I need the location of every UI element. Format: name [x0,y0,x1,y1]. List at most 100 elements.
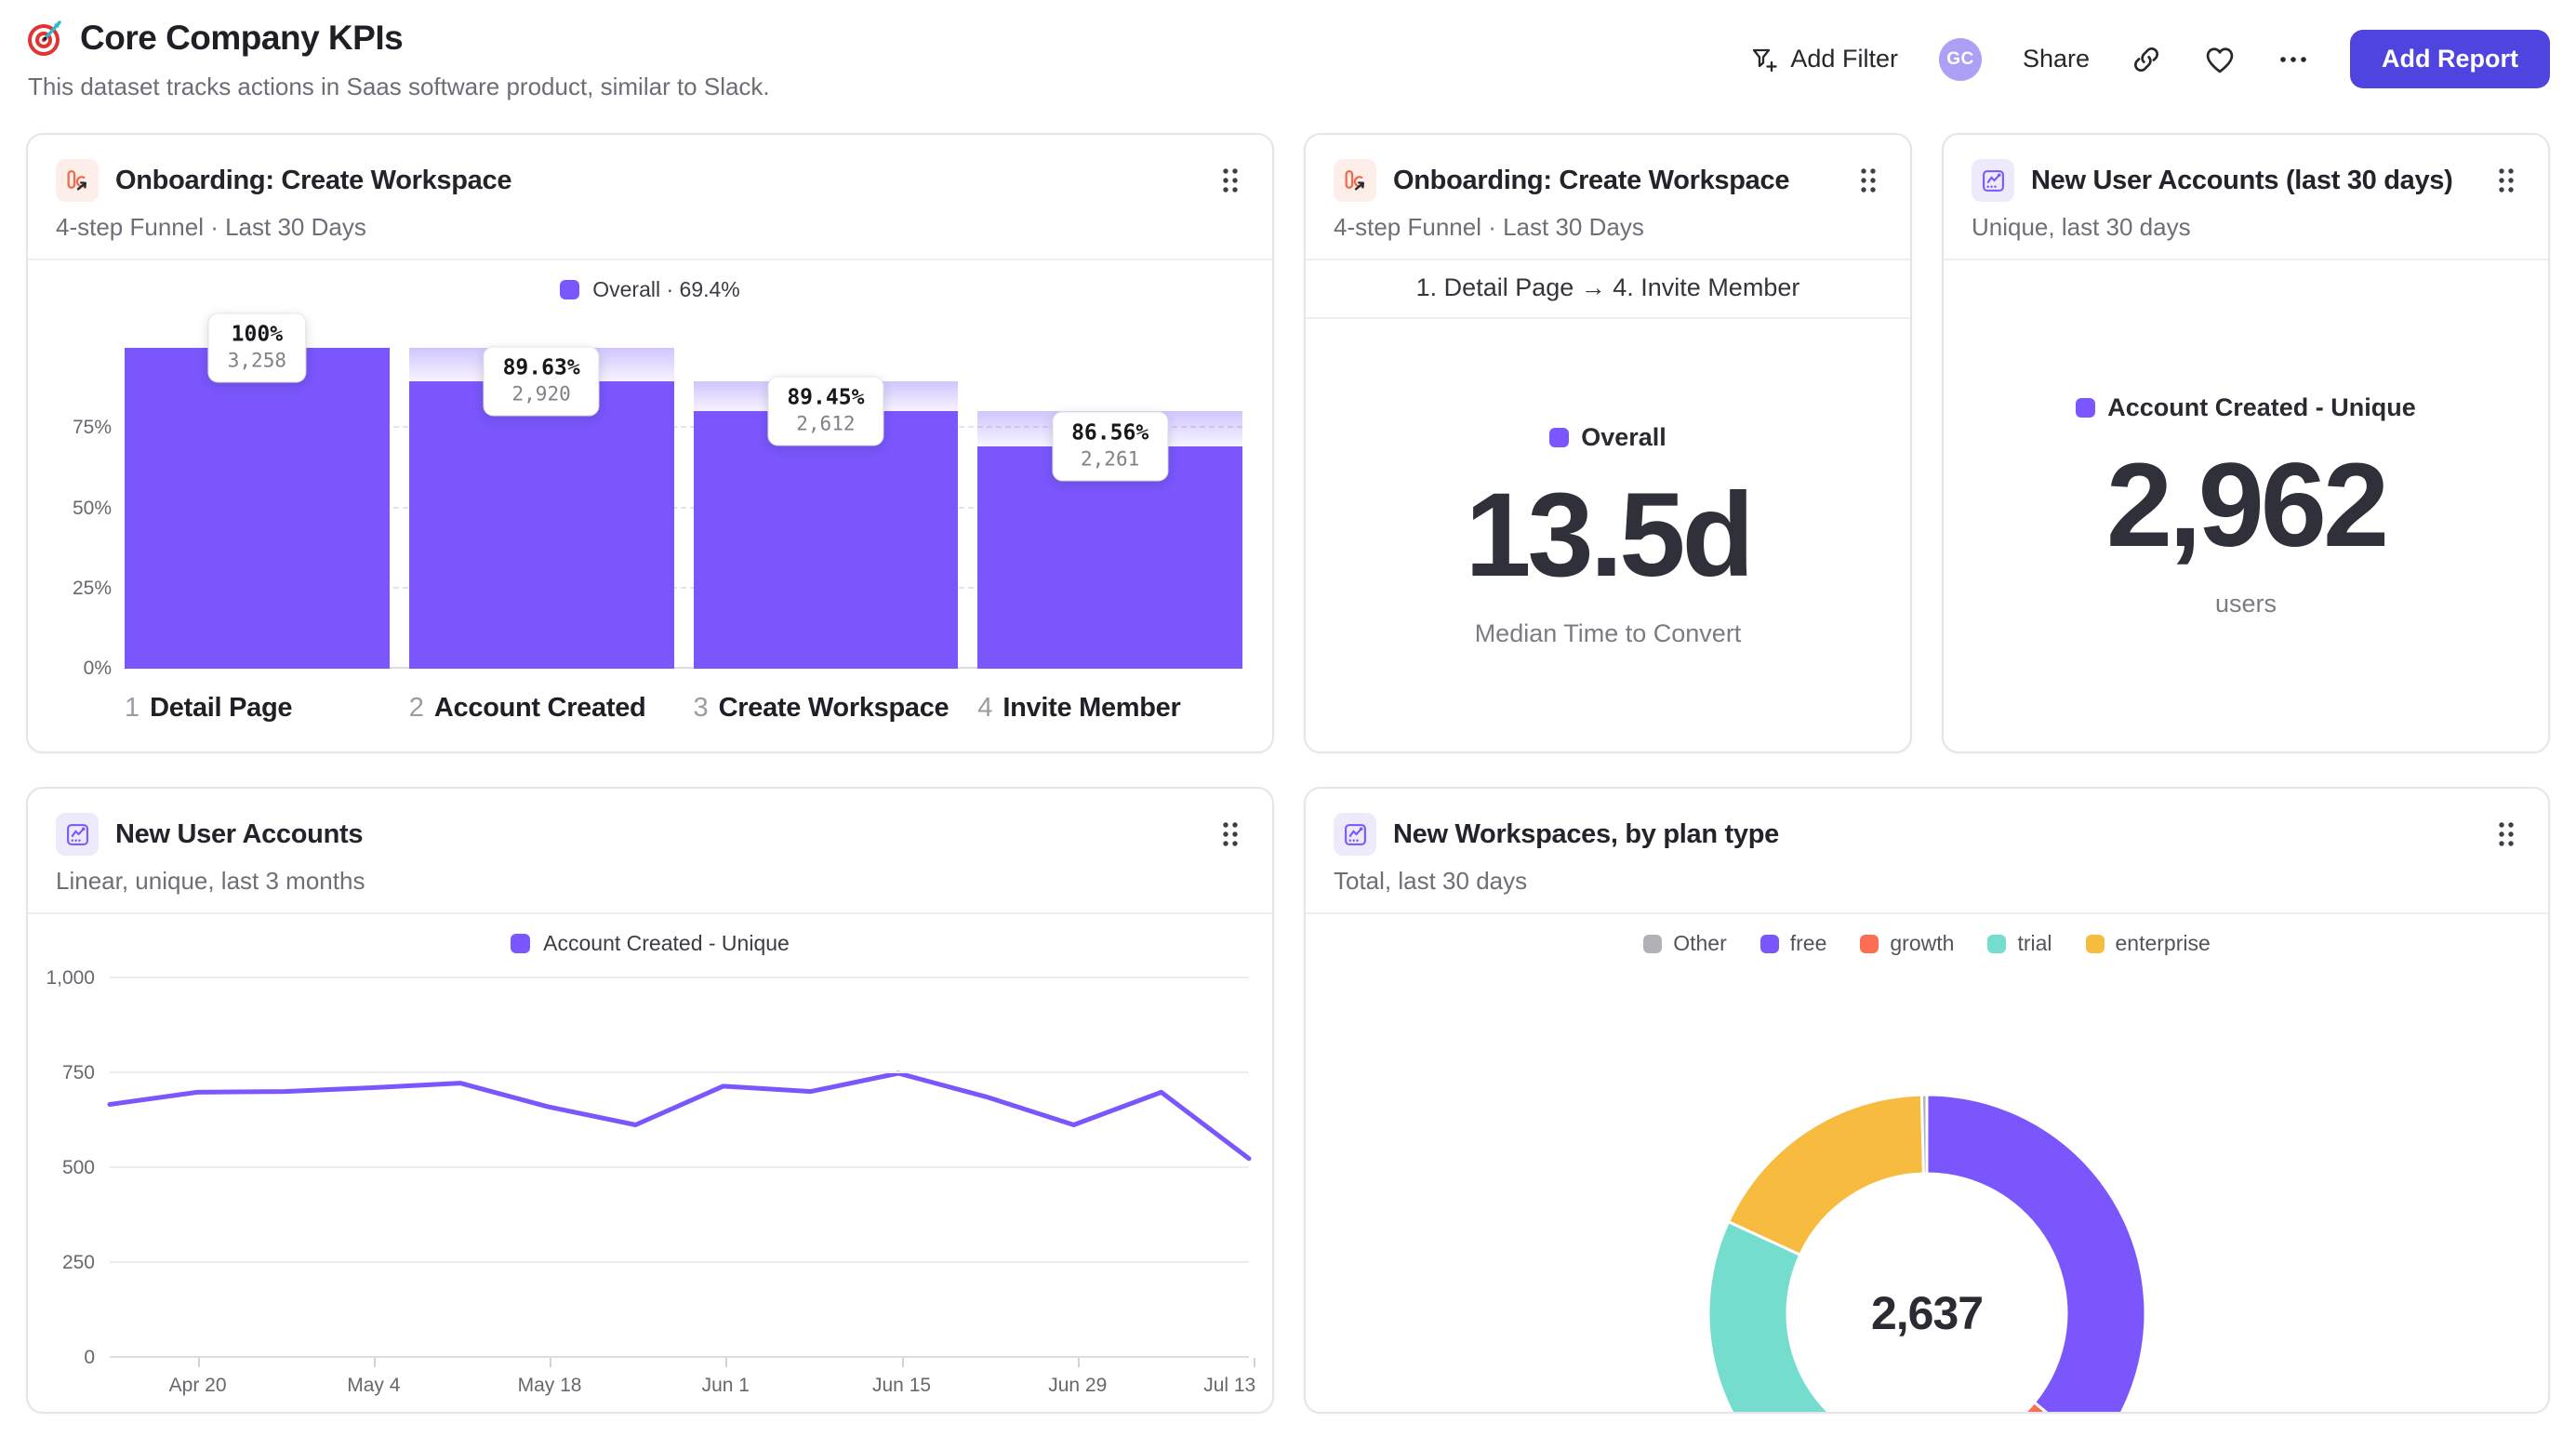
card-subtitle: Total, last 30 days [1334,867,1528,895]
funnel-range-label: 1. Detail Page → 4. Invite Member [1415,273,1800,301]
funnel-bar[interactable] [693,411,959,669]
legend-label: trial [2017,931,2052,955]
x-axis-tick [373,1358,376,1367]
legend-label: Account Created - Unique [2107,393,2416,421]
dashboard-page: Core Company KPIs This dataset tracks ac… [0,0,2576,1414]
funnel-bar-step-2[interactable]: 89.63% 2,920 [408,347,674,669]
card-funnel: Onboarding: Create Workspace 4-step Funn… [26,133,1274,753]
legend-label: Other [1673,931,1727,955]
line-x-tick: Jul 13 [1203,1375,1256,1396]
funnel-bar-step-4[interactable]: 86.56% 2,261 [977,348,1242,669]
median-legend[interactable]: Overall [1549,423,1666,452]
share-button[interactable]: Share [2023,45,2090,73]
legend-swatch [560,280,580,299]
funnel-plot: 100% 3,258 89.63% 2,920 89.45% 2,612 86.56% 2,2… [73,313,1242,679]
donut-legend-item-trial[interactable]: trial [1987,931,2052,956]
funnel-report-icon [56,159,99,202]
insights-report-icon [56,813,99,856]
drag-handle-icon[interactable] [2492,162,2520,199]
funnel-step-labels: 1 Detail Page 2 Account Created 3 Create Work… [125,693,1242,724]
card-title: New User Accounts (last 30 days) [2031,165,2453,195]
add-report-button[interactable]: Add Report [2350,30,2550,88]
funnel-legend[interactable]: Overall · 69.4% [28,277,1272,302]
x-axis-tick [725,1358,728,1367]
funnel-plus-icon [1749,45,1779,74]
funnel-bar-step-3[interactable]: 89.45% 2,612 [693,348,959,669]
funnel-count: 3,258 [227,349,286,372]
drag-handle-icon[interactable] [2492,816,2520,853]
funnel-conversion-pct: 86.56% [1071,420,1149,445]
heart-icon[interactable] [2203,44,2237,75]
drag-handle-icon[interactable] [1854,162,1882,199]
legend-swatch [1643,934,1663,953]
donut-legend-item-growth[interactable]: growth [1860,931,1954,956]
add-filter-label: Add Filter [1790,45,1898,73]
median-value-body: Overall 13.5d Median Time to Convert [1306,319,1910,751]
card-new-accounts-30d: New User Accounts (last 30 days) Unique,… [1942,133,2550,753]
funnel-bar-step-1[interactable]: 100% 3,258 [125,313,390,669]
accounts30-caption: users [2214,590,2277,618]
legend-swatch [2076,398,2096,418]
legend-label: Overall · 69.4% [592,277,740,301]
funnel-y-tick: 75% [72,417,112,439]
x-axis-tick [1254,1358,1255,1367]
step-number: 3 [693,693,709,723]
accounts30-legend[interactable]: Account Created - Unique [2076,393,2416,422]
more-options-icon[interactable] [2277,54,2309,65]
header-actions: Add Filter GC Share Add Report [1749,30,2550,88]
funnel-step-label: 3 Create Workspace [694,693,959,724]
line-path[interactable] [107,1070,1252,1162]
funnel-step-label: 2 Account Created [409,693,674,724]
donut-slice-enterprise[interactable] [1726,1093,1925,1257]
card-subtitle: Unique, last 30 days [1972,213,2191,241]
funnel-bar-label: 89.63% 2,920 [484,347,599,416]
legend-label: enterprise [2115,931,2211,955]
funnel-bar[interactable] [125,348,390,669]
accounts30-value-body: Account Created - Unique 2,962 users [1944,260,2548,751]
donut-legend-item-other[interactable]: Other [1643,931,1727,956]
line-y-tick: 1,000 [46,967,95,989]
legend-swatch [1987,934,2007,953]
funnel-bar-label: 100% 3,258 [208,313,305,382]
step-name: Detail Page [150,693,293,723]
line-series[interactable] [107,978,1252,1358]
line-y-tick: 250 [61,1252,95,1273]
line-plot: 1,000 750 500 250 0 Apr 20 May 4 May 18 Jun 1 Jun… [46,967,1255,1396]
funnel-count: 2,261 [1081,447,1140,471]
funnel-conversion-pct: 89.45% [787,385,865,410]
drag-handle-icon[interactable] [1216,816,1244,853]
step-number: 2 [408,693,424,723]
donut-slice-free[interactable] [1925,1093,2147,1414]
card-subtitle: 4-step Funnel · Last 30 Days [1334,213,1644,241]
donut-slice-other[interactable] [1919,1093,1929,1176]
x-axis-tick [197,1358,200,1367]
card-title: New User Accounts [115,818,364,849]
share-label: Share [2022,45,2091,73]
legend-swatch [511,934,531,953]
dashboard-grid: Onboarding: Create Workspace 4-step Funn… [26,133,2550,1414]
card-accounts-trend: New User Accounts Linear, unique, last 3… [26,787,1274,1414]
avatar[interactable]: GC [1938,37,1982,81]
donut-total: 2,637 [1870,1287,1984,1339]
donut-legend-item-enterprise[interactable]: enterprise [2085,931,2211,956]
median-caption: Median Time to Convert [1474,618,1742,647]
link-icon[interactable] [2131,44,2162,75]
add-filter-button[interactable]: Add Filter [1749,45,1898,74]
gridline [110,1261,1249,1263]
funnel-bar[interactable] [408,380,674,669]
line-x-tick: Jun 29 [1048,1375,1108,1396]
funnel-bar-label: 86.56% 2,261 [1053,412,1168,481]
funnel-conversion-pct: 100% [231,322,284,347]
gridline [110,1166,1249,1168]
drag-handle-icon[interactable] [1216,162,1244,199]
page-subtitle: This dataset tracks actions in Saas soft… [28,73,770,100]
card-title: Onboarding: Create Workspace [1393,165,1790,195]
donut-legend-item-free[interactable]: free [1759,931,1826,956]
legend-swatch [1860,934,1879,953]
funnel-report-icon [1334,159,1376,202]
line-legend[interactable]: Account Created - Unique [28,931,1272,956]
line-chart-body: Account Created - Unique 1,000 750 500 250 0… [28,914,1272,1412]
funnel-count: 2,920 [511,382,571,405]
legend-label: Account Created - Unique [543,931,790,955]
x-axis-tick [901,1358,904,1367]
